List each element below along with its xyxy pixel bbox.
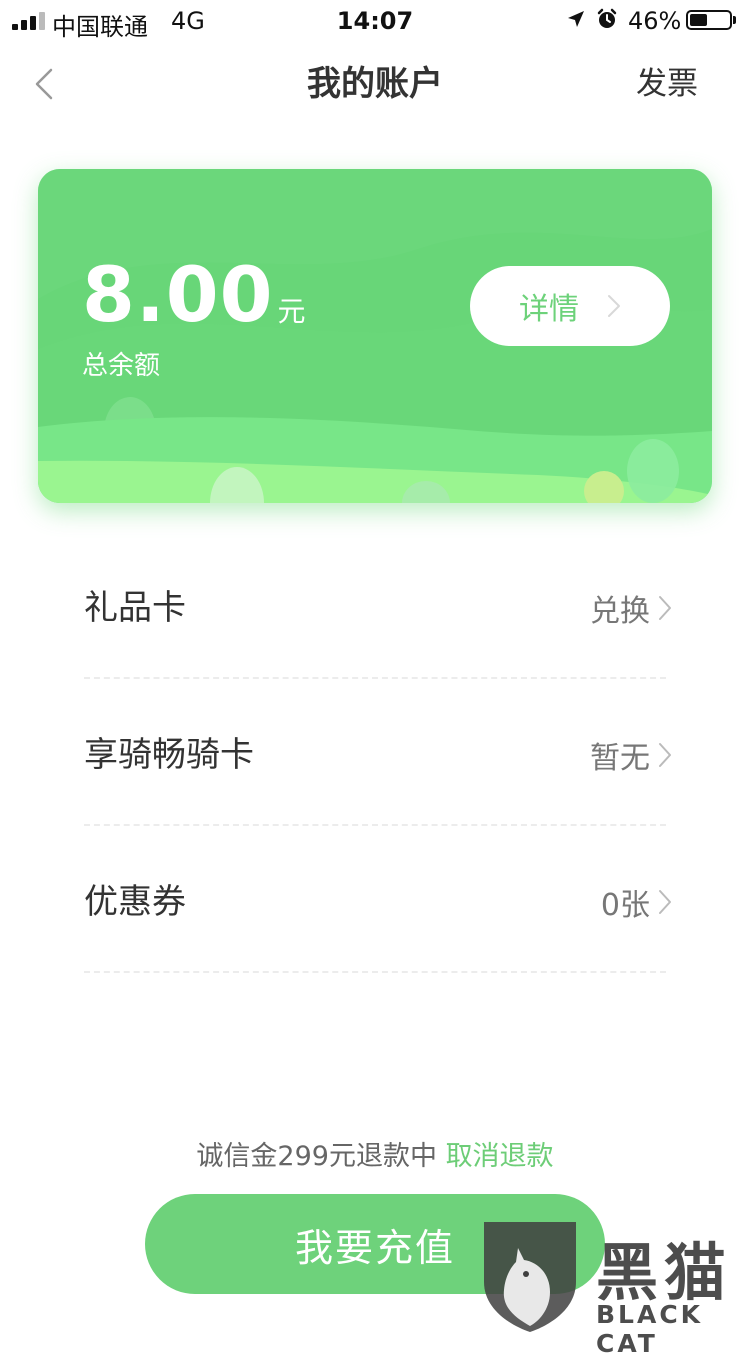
deposit-status: 诚信金299元退款中 取消退款 [0,1137,750,1177]
list-item-gift-card[interactable]: 礼品卡 兑换 [84,532,671,679]
list-item-title: 优惠券 [84,882,186,922]
alarm-icon [597,8,617,28]
chevron-right-icon [659,596,671,620]
watermark-en: BLACK CAT [596,1300,704,1358]
balance-amount: 8.00 [82,250,274,339]
list-item-action: 0张 [601,878,672,926]
list-item-value: 暂无 [590,741,650,776]
chevron-right-icon [659,743,671,767]
battery-percent: 46% [628,7,682,35]
battery-cap [733,16,736,24]
details-label: 详情 [519,292,579,327]
watermark-cn: 黑猫 [596,1236,733,1309]
list-item-value: 0张 [600,888,650,923]
balance-amount-group: 8.00 元 [82,257,306,333]
list-item-action: 兑换 [590,584,672,632]
watermark: 黑猫 BLACK CAT [478,1214,750,1358]
list-item-title: 享骑畅骑卡 [84,735,254,775]
details-button[interactable]: 详情 [470,266,670,346]
invoice-button[interactable]: 发票 [636,60,698,108]
battery-icon [686,10,732,30]
list-item-value: 兑换 [590,594,650,629]
list-item-action: 暂无 [590,731,672,779]
balance-unit: 元 [277,295,306,328]
list-item-title: 礼品卡 [84,588,186,628]
balance-label: 总余额 [82,351,161,381]
deposit-note-text: 诚信金299元退款中 [196,1141,437,1172]
chevron-right-icon [659,890,671,914]
black-cat-logo-icon [484,1222,576,1332]
status-bar: 中国联通 4G 14:07 46% [0,0,750,41]
cancel-refund-link[interactable]: 取消退款 [446,1141,554,1172]
location-arrow-icon [568,11,584,27]
chevron-right-icon [608,295,620,317]
list-item-coupons[interactable]: 优惠券 0张 [84,826,671,973]
list-item-ride-card[interactable]: 享骑畅骑卡 暂无 [84,679,671,826]
account-list: 礼品卡 兑换 享骑畅骑卡 暂无 优惠券 0张 [84,532,671,973]
balance-card: 8.00 元 总余额 详情 [38,169,712,503]
